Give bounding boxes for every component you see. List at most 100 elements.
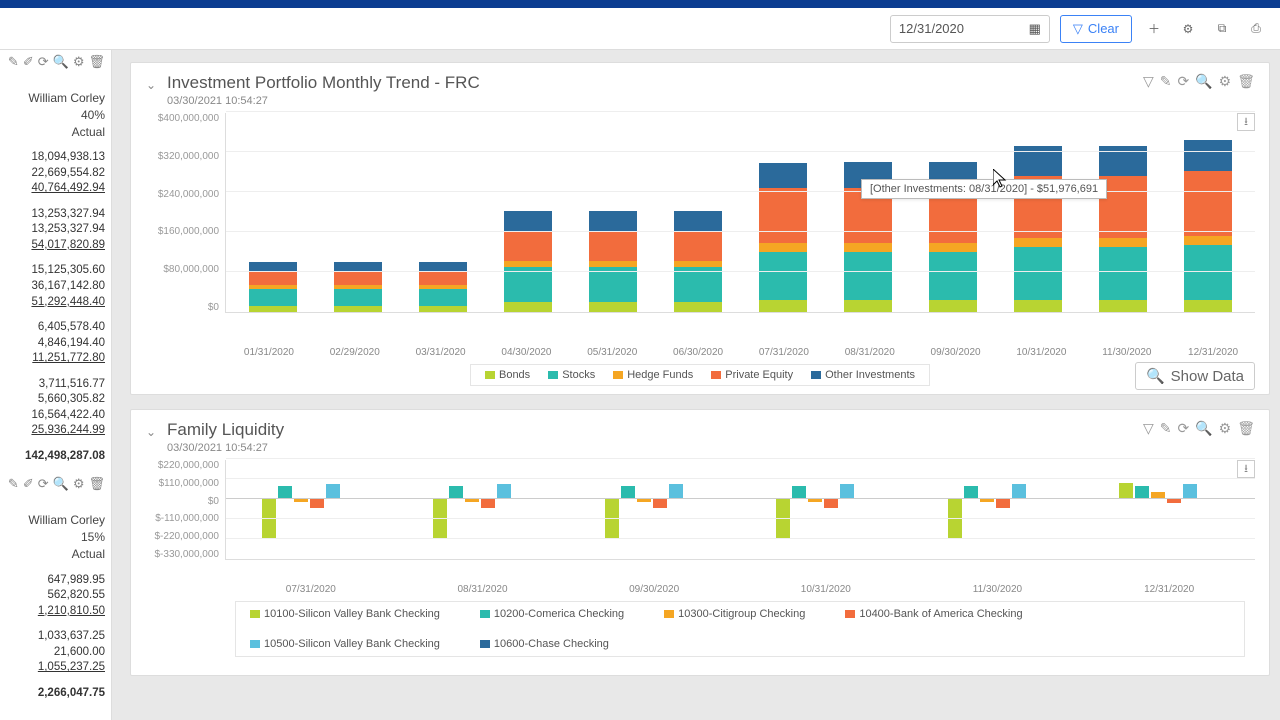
refresh-icon[interactable]: ⟳	[1177, 73, 1189, 90]
side-tools-1: ✎ ✐ ⟳ 🔍 ⚙ 🗑	[6, 54, 105, 70]
card-title: Family Liquidity	[167, 420, 284, 440]
owner-pct: 15%	[6, 529, 105, 546]
card-portfolio-trend: ⌄ Investment Portfolio Monthly Trend - F…	[130, 62, 1270, 395]
bar-column[interactable]	[1099, 146, 1147, 313]
legend-item[interactable]: 10600-Chase Checking	[480, 638, 609, 650]
card-tools: ▽ ✎ ⟳ 🔍 ⚙ 🗑	[1143, 420, 1255, 437]
edit-icon[interactable]: ✐	[23, 54, 34, 70]
legend-item[interactable]: 10100-Silicon Valley Bank Checking	[250, 608, 440, 620]
bar-group[interactable]	[1119, 460, 1219, 559]
chart-portfolio: $400,000,000$320,000,000$240,000,000$160…	[145, 113, 1255, 343]
refresh-icon[interactable]: ⟳	[38, 476, 49, 492]
legend-item[interactable]: 10200-Comerica Checking	[480, 608, 624, 620]
side-owner-1: William Corley 40% Actual	[6, 90, 105, 140]
bar-column[interactable]	[1014, 146, 1062, 313]
print-icon[interactable]: ⎙	[1244, 17, 1268, 41]
legend-item[interactable]: 10300-Citigroup Checking	[664, 608, 805, 620]
plot-area[interactable]	[225, 460, 1255, 560]
edit-icon[interactable]: ✎	[1160, 420, 1172, 437]
legend-item[interactable]: Other Investments	[811, 369, 915, 381]
edit-icon[interactable]: ✎	[1160, 73, 1172, 90]
legend: Bonds Stocks Hedge Funds Private Equity Othe…	[470, 364, 930, 386]
side-values-1: 18,094,938.1322,669,554.8240,764,492.941…	[6, 150, 105, 464]
gear-icon[interactable]: ⚙	[73, 476, 85, 492]
bar-column[interactable]	[674, 211, 722, 312]
chart-tooltip: [Other Investments: 08/31/2020] - $51,97…	[861, 179, 1107, 199]
bar-column[interactable]	[1184, 140, 1232, 313]
card-tools: ▽ ✎ ⟳ 🔍 ⚙ 🗑	[1143, 73, 1255, 90]
trash-icon[interactable]: 🗑	[1237, 73, 1255, 90]
left-sidebar: ✎ ✐ ⟳ 🔍 ⚙ 🗑 William Corley 40% Actual 18…	[0, 50, 112, 720]
bar-group[interactable]	[605, 460, 705, 559]
legend-item[interactable]: Hedge Funds	[613, 369, 693, 381]
bar-column[interactable]	[419, 262, 467, 312]
gear-icon[interactable]: ⚙	[1219, 73, 1232, 90]
bar-column[interactable]	[334, 262, 382, 312]
filter-icon[interactable]: ✎	[8, 476, 19, 492]
legend: 10100-Silicon Valley Bank Checking 10200-…	[235, 601, 1245, 657]
mouse-cursor-icon	[993, 169, 1009, 189]
show-data-label: Show Data	[1171, 368, 1244, 385]
bar-column[interactable]	[759, 163, 807, 312]
legend-item[interactable]: Private Equity	[711, 369, 793, 381]
collapse-icon[interactable]: ⌄	[141, 75, 161, 95]
search-icon[interactable]: 🔍	[1195, 420, 1212, 437]
card-family-liquidity: ⌄ Family Liquidity 03/30/2021 10:54:27 ▽…	[130, 409, 1270, 676]
owner-name: William Corley	[6, 90, 105, 107]
bar-column[interactable]	[249, 262, 297, 312]
app-header-stripe	[0, 0, 1280, 8]
date-filter-input[interactable]: 12/31/2020 ▦	[890, 15, 1050, 43]
clear-button[interactable]: ▽ Clear	[1060, 15, 1132, 43]
y-axis: $400,000,000$320,000,000$240,000,000$160…	[145, 113, 225, 313]
search-icon[interactable]: 🔍	[1195, 73, 1212, 90]
add-icon[interactable]: ＋	[1142, 17, 1166, 41]
show-data-button[interactable]: 🔍 Show Data	[1135, 362, 1255, 390]
y-axis: $220,000,000$110,000,000$0$-110,000,000$…	[145, 460, 225, 560]
search-icon[interactable]: 🔍	[53, 476, 69, 492]
bar-group[interactable]	[776, 460, 876, 559]
legend-item[interactable]: Bonds	[485, 369, 530, 381]
collapse-icon[interactable]: ⌄	[141, 422, 161, 442]
magnifier-icon: 🔍	[1146, 367, 1165, 385]
owner-pct: 40%	[6, 107, 105, 124]
gear-icon[interactable]: ⚙	[73, 54, 85, 70]
trash-icon[interactable]: 🗑	[88, 54, 105, 70]
legend-item[interactable]: Stocks	[548, 369, 595, 381]
funnel-icon: ▽	[1073, 21, 1083, 37]
legend-item[interactable]: 10500-Silicon Valley Bank Checking	[250, 638, 440, 650]
x-axis: 01/31/202002/29/202003/31/202004/30/2020…	[145, 343, 1255, 358]
bar-group[interactable]	[948, 460, 1048, 559]
owner-name: William Corley	[6, 512, 105, 529]
funnel-icon[interactable]: ▽	[1143, 420, 1154, 437]
funnel-icon[interactable]: ▽	[1143, 73, 1154, 90]
edit-icon[interactable]: ✐	[23, 476, 34, 492]
bar-column[interactable]	[504, 211, 552, 312]
card-timestamp: 03/30/2021 10:54:27	[167, 95, 480, 107]
card-timestamp: 03/30/2021 10:54:27	[167, 442, 284, 454]
bar-column[interactable]	[589, 211, 637, 312]
search-icon[interactable]: 🔍	[53, 54, 69, 70]
plot-area[interactable]	[225, 113, 1255, 313]
refresh-icon[interactable]: ⟳	[38, 54, 49, 70]
bar-group[interactable]	[433, 460, 533, 559]
gear-icon[interactable]: ⚙	[1219, 420, 1232, 437]
card-title: Investment Portfolio Monthly Trend - FRC	[167, 73, 480, 93]
side-owner-2: William Corley 15% Actual	[6, 512, 105, 562]
filter-icon[interactable]: ✎	[8, 54, 19, 70]
gear-icon[interactable]: ⚙	[1176, 17, 1200, 41]
trash-icon[interactable]: 🗑	[1237, 420, 1255, 437]
legend-item[interactable]: 10400-Bank of America Checking	[845, 608, 1022, 620]
trash-icon[interactable]: 🗑	[88, 476, 105, 492]
x-axis: 07/31/202008/31/202009/30/202010/31/2020…	[145, 580, 1255, 595]
owner-mode: Actual	[6, 546, 105, 563]
main-toolbar: 12/31/2020 ▦ ▽ Clear ＋ ⚙ ⧉ ⎙	[0, 8, 1280, 50]
side-values-2: 647,989.95562,820.551,210,810.501,033,63…	[6, 573, 105, 702]
clear-label: Clear	[1088, 21, 1119, 36]
calendar-icon: ▦	[1029, 21, 1041, 37]
bar-group[interactable]	[262, 460, 362, 559]
side-tools-2: ✎ ✐ ⟳ 🔍 ⚙ 🗑	[6, 476, 105, 492]
date-value: 12/31/2020	[899, 21, 964, 36]
chart-liquidity: $220,000,000$110,000,000$0$-110,000,000$…	[145, 460, 1255, 580]
copy-icon[interactable]: ⧉	[1210, 17, 1234, 41]
refresh-icon[interactable]: ⟳	[1177, 420, 1189, 437]
